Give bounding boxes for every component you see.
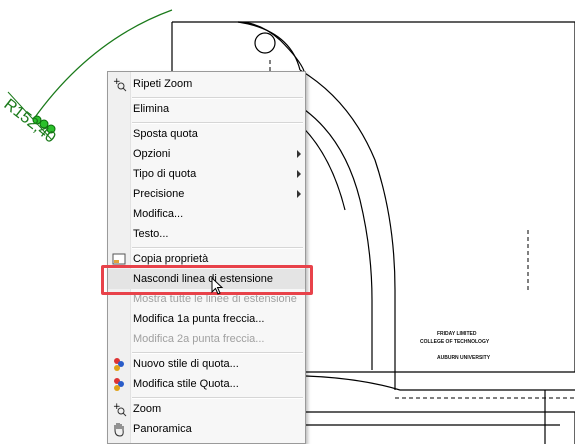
menu-item-ripeti-zoom[interactable]: + Ripeti Zoom (108, 74, 305, 94)
part-bottom-line2 (305, 375, 575, 391)
menu-item-label: Ripeti Zoom (133, 78, 193, 90)
menu-item-label: Modifica 1a punta freccia... (133, 313, 265, 325)
part-slot (306, 411, 575, 444)
new-style-icon (114, 358, 124, 371)
submenu-arrow-icon (297, 170, 301, 178)
menu-item-label: Modifica stile Quota... (133, 378, 239, 390)
menu-item-label: Testo... (133, 228, 169, 240)
menu-item-elimina[interactable]: Elimina (108, 99, 305, 119)
menu-item-label: Zoom (133, 403, 162, 415)
part-hole (254, 32, 276, 54)
menu-item-label: Modifica 2a punta freccia... (133, 333, 265, 345)
context-menu: + Ripeti Zoom Elimina Sposta quota Opzio… (107, 71, 306, 444)
menu-item-label: Elimina (133, 103, 170, 115)
zoom-repeat-icon: + (113, 77, 127, 92)
menu-item-modifica-2a-punta[interactable]: Modifica 2a punta freccia... (108, 329, 305, 349)
svg-text:+: + (113, 402, 121, 412)
menu-item-panoramica[interactable]: Panoramica (108, 419, 305, 439)
title-block-line2: COLLEGE OF TECHNOLOGY (420, 339, 490, 345)
part-top-rounded (237, 21, 305, 72)
submenu-arrow-icon (297, 190, 301, 198)
menu-item-label: Modifica... (133, 208, 184, 220)
menu-item-modifica[interactable]: Modifica... (108, 204, 305, 224)
submenu-arrow-icon (297, 150, 301, 158)
menu-item-modifica-1a-punta[interactable]: Modifica 1a punta freccia... (108, 309, 305, 329)
part-inner-curve (304, 109, 373, 370)
menu-item-label: Precisione (133, 188, 185, 200)
menu-item-nuovo-stile[interactable]: Nuovo stile di quota... (108, 354, 305, 374)
menu-item-precisione[interactable]: Precisione (108, 184, 305, 204)
mouse-cursor-icon (211, 277, 224, 295)
menu-item-opzioni[interactable]: Opzioni (108, 144, 305, 164)
edit-style-icon (114, 378, 124, 391)
part-inner-arc-1 (237, 21, 301, 71)
menu-item-sposta-quota[interactable]: Sposta quota (108, 124, 305, 144)
svg-text:+: + (113, 77, 121, 87)
zoom-icon: + (113, 402, 127, 417)
menu-item-label: Opzioni (133, 148, 171, 160)
pan-hand-icon (114, 423, 124, 437)
menu-item-label: Tipo di quota (133, 168, 197, 180)
menu-item-label: Nuovo stile di quota... (133, 358, 239, 370)
menu-item-tipo-di-quota[interactable]: Tipo di quota (108, 164, 305, 184)
menu-item-label: Panoramica (133, 423, 192, 435)
highlight-annotation-box (101, 265, 313, 295)
title-block-line1: FRIDAY LIMITED (437, 331, 477, 337)
menu-item-zoom[interactable]: + Zoom (108, 399, 305, 419)
menu-item-label: Sposta quota (133, 128, 198, 140)
title-block-line3: AUBURN UNIVERSITY (437, 355, 491, 361)
menu-item-testo[interactable]: Testo... (108, 224, 305, 244)
menu-item-modifica-stile[interactable]: Modifica stile Quota... (108, 374, 305, 394)
